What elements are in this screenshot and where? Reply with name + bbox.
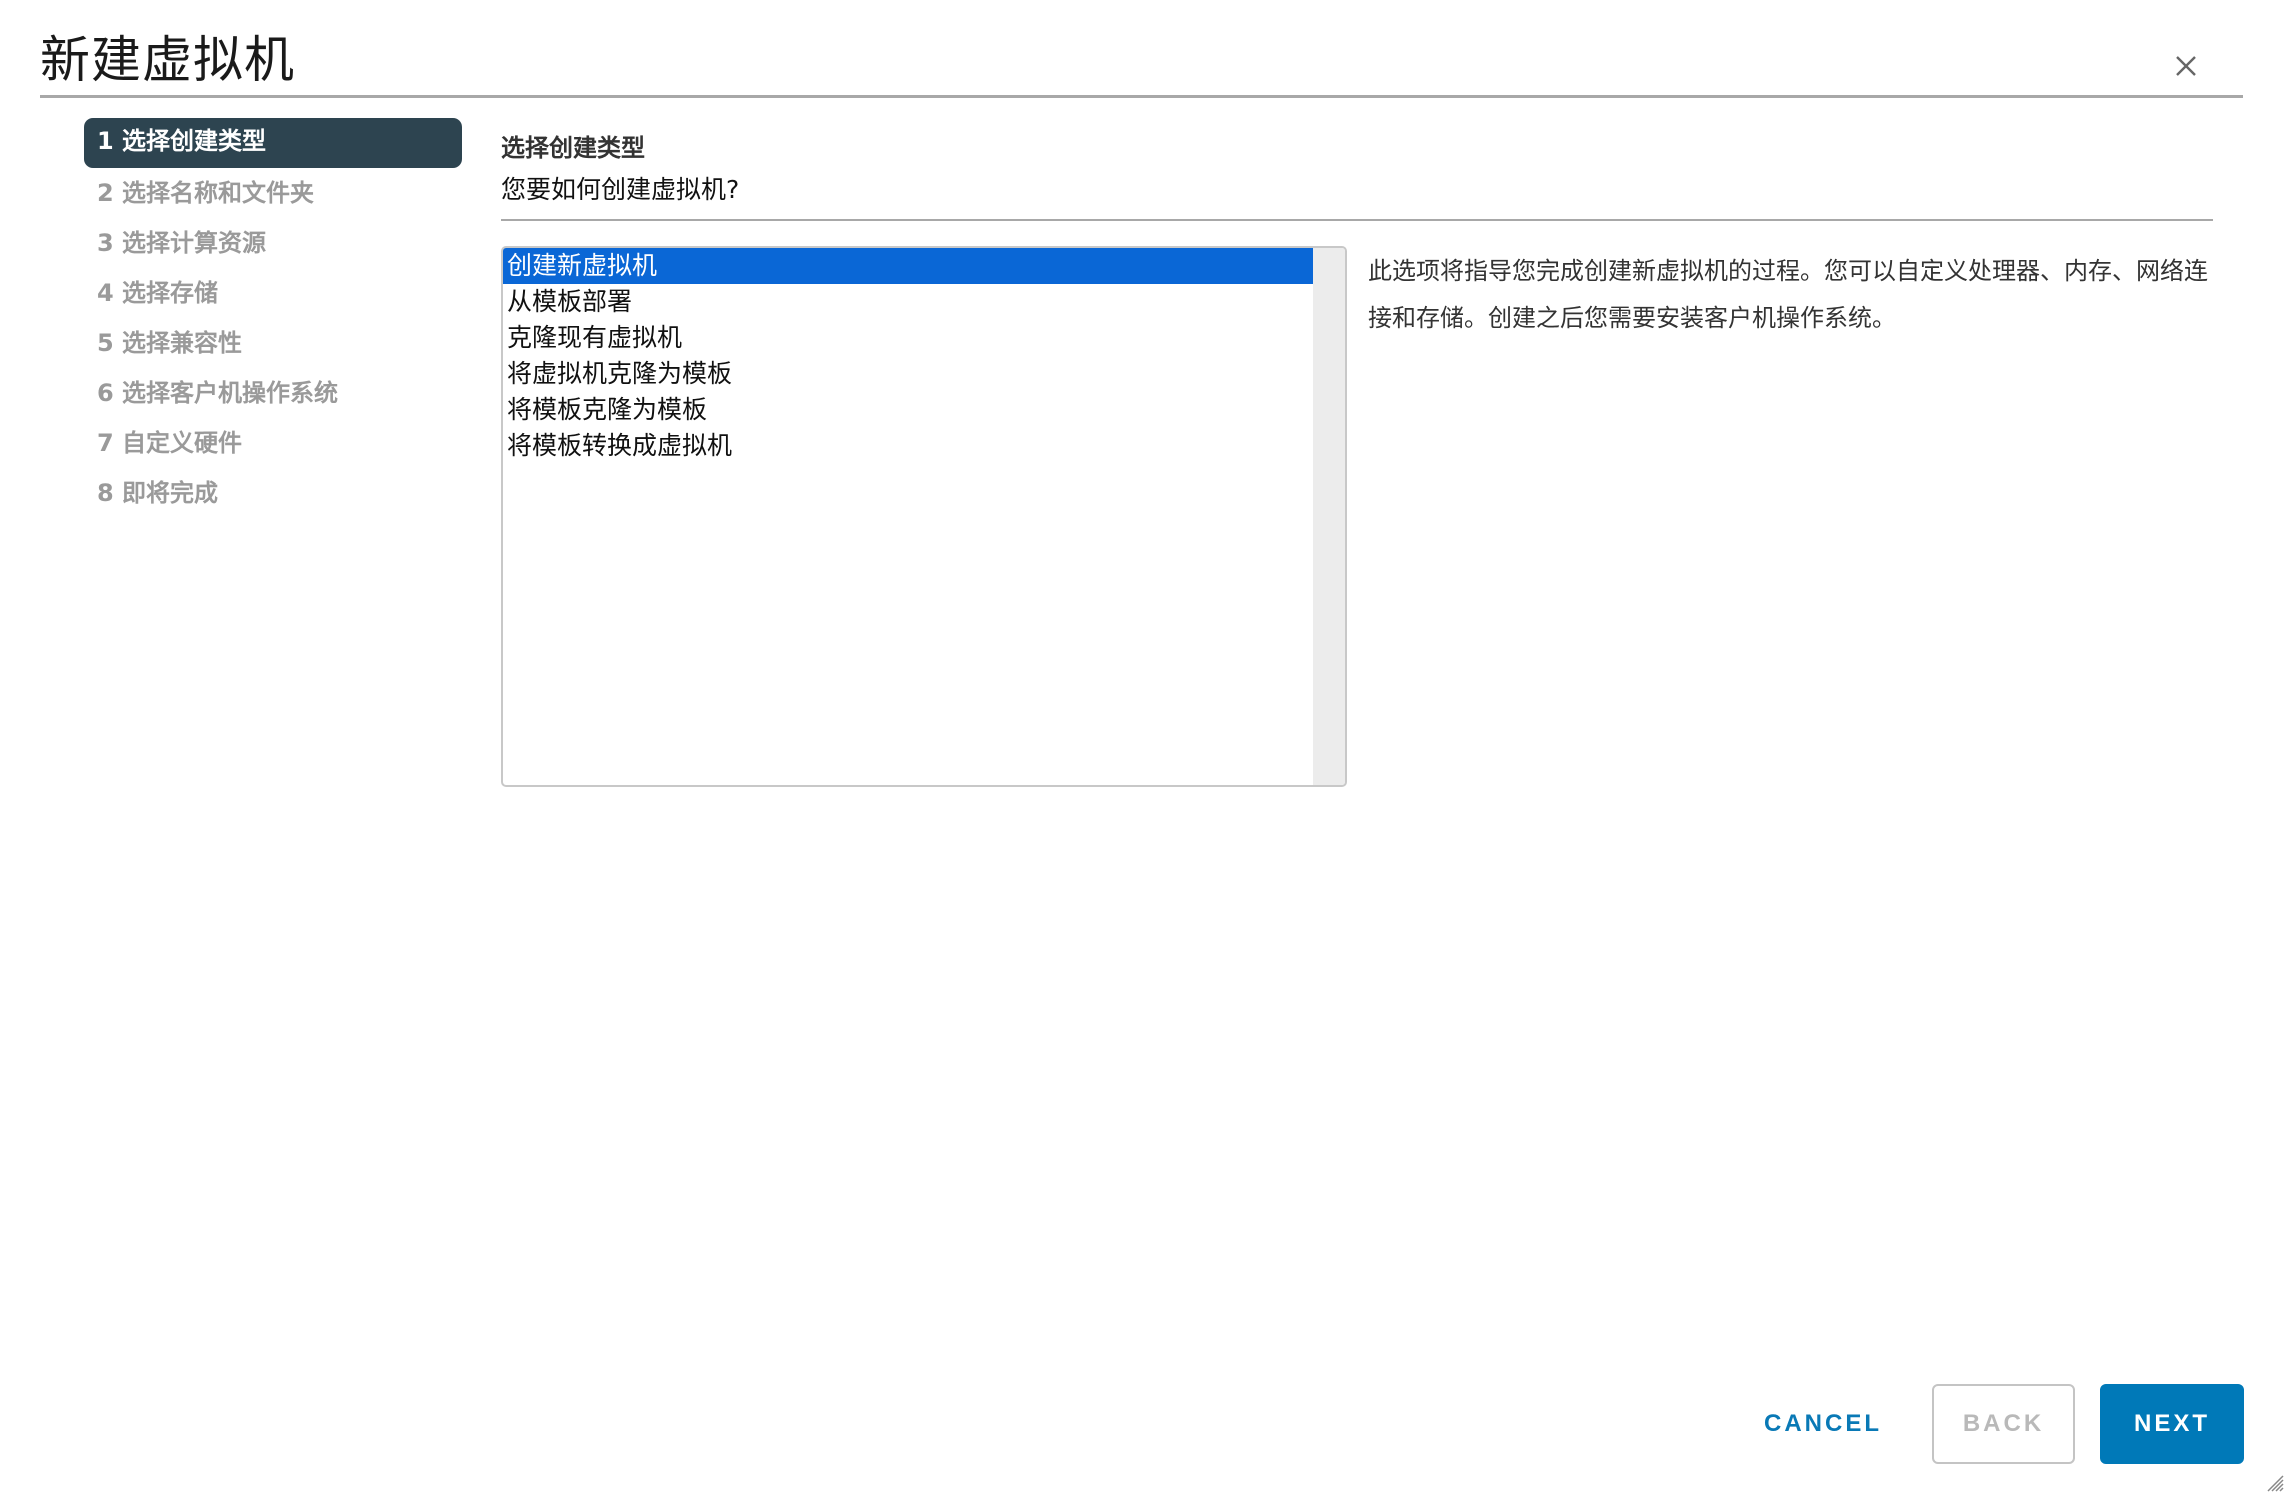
dialog-title: 新建虚拟机: [40, 31, 295, 89]
option-description: 此选项将指导您完成创建新虚拟机的过程。您可以自定义处理器、内存、网络连接和存储。…: [1368, 257, 2208, 332]
step-select-name-folder: 2 选择名称和文件夹: [97, 179, 315, 207]
resize-grip-icon: [2267, 1475, 2284, 1492]
step-ready-to-complete: 8 即将完成: [97, 479, 219, 507]
list-item-clone-vm-to-template[interactable]: 将虚拟机克隆为模板: [503, 356, 1315, 392]
close-button[interactable]: [2172, 52, 2200, 80]
wizard-steps: 1 选择创建类型 2 选择名称和文件夹 3 选择计算资源 4 选择存储 5 选择…: [84, 118, 462, 518]
step-customize-hardware: 7 自定义硬件: [97, 429, 243, 457]
list-item-deploy-from-template[interactable]: 从模板部署: [503, 284, 1315, 320]
close-icon: [2176, 56, 2196, 76]
next-button[interactable]: NEXT: [2100, 1384, 2244, 1464]
list-item-convert-template-to-vm[interactable]: 将模板转换成虚拟机: [503, 428, 1315, 464]
step-select-compute-resource: 3 选择计算资源: [97, 229, 267, 257]
resize-handle[interactable]: [2264, 1472, 2284, 1492]
back-button[interactable]: BACK: [1932, 1384, 2075, 1464]
header-divider: [40, 95, 2243, 98]
creation-type-list[interactable]: 创建新虚拟机 从模板部署 克隆现有虚拟机 将虚拟机克隆为模板 将模板克隆为模板 …: [501, 246, 1347, 787]
content-divider: [501, 219, 2213, 221]
list-scrollbar[interactable]: [1313, 248, 1345, 785]
page-question: 您要如何创建虚拟机?: [501, 175, 740, 204]
page-heading: 选择创建类型: [501, 134, 645, 162]
step-select-compatibility: 5 选择兼容性: [97, 329, 243, 357]
step-select-creation-type[interactable]: 1 选择创建类型: [84, 118, 462, 168]
list-item-clone-template-to-template[interactable]: 将模板克隆为模板: [503, 392, 1315, 428]
cancel-button[interactable]: CANCEL: [1750, 1384, 1896, 1464]
step-select-storage: 4 选择存储: [97, 279, 219, 307]
step-select-guest-os: 6 选择客户机操作系统: [97, 379, 339, 407]
list-item-create-new-vm[interactable]: 创建新虚拟机: [503, 248, 1315, 284]
list-item-clone-existing-vm[interactable]: 克隆现有虚拟机: [503, 320, 1315, 356]
